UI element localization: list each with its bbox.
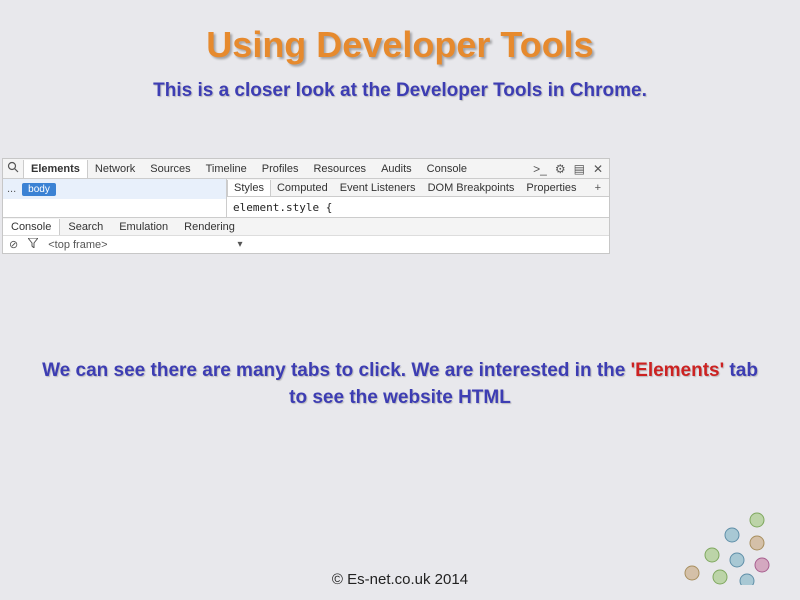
drawer-tab-rendering[interactable]: Rendering: [176, 219, 243, 235]
tab-timeline[interactable]: Timeline: [199, 160, 255, 178]
breadcrumb-body[interactable]: body: [22, 183, 56, 196]
styles-tab-eventlisteners[interactable]: Event Listeners: [334, 180, 422, 196]
tab-network[interactable]: Network: [88, 160, 143, 178]
filter-icon[interactable]: [28, 238, 38, 251]
clear-console-icon[interactable]: ⊘: [9, 238, 18, 251]
styles-tab-styles[interactable]: Styles: [227, 180, 271, 196]
console-filter-row: ⊘ <top frame> ▾: [3, 235, 609, 253]
body-text-highlight: 'Elements': [631, 360, 725, 381]
tab-elements[interactable]: Elements: [23, 160, 88, 178]
dock-icon[interactable]: ▤: [574, 162, 585, 176]
tab-console[interactable]: Console: [420, 160, 475, 178]
body-description: We can see there are many tabs to click.…: [0, 358, 800, 411]
tab-profiles[interactable]: Profiles: [255, 160, 307, 178]
drawer-tab-search[interactable]: Search: [60, 219, 111, 235]
devtools-main-tabs: Elements Network Sources Timeline Profil…: [23, 160, 533, 178]
tab-audits[interactable]: Audits: [374, 160, 420, 178]
drawer-tabs: Console Search Emulation Rendering: [3, 217, 609, 235]
chevron-down-icon[interactable]: ▾: [238, 239, 243, 250]
devtools-main-row: ... body Styles Computed Event Listeners…: [3, 179, 609, 199]
breadcrumb: ... body: [3, 179, 227, 199]
slide-subtitle: This is a closer look at the Developer T…: [0, 80, 800, 102]
search-icon[interactable]: [3, 161, 23, 176]
styles-tab-dombreakpoints[interactable]: DOM Breakpoints: [422, 180, 521, 196]
devtools-controls: >_ ⚙ ▤ ✕: [533, 162, 609, 176]
logo-graphic: [662, 505, 782, 590]
styles-tabs: Styles Computed Event Listeners DOM Brea…: [227, 179, 609, 197]
styles-tab-computed[interactable]: Computed: [271, 180, 334, 196]
devtools-panel: Elements Network Sources Timeline Profil…: [2, 158, 610, 254]
frame-selector[interactable]: <top frame>: [48, 239, 107, 251]
tab-resources[interactable]: Resources: [306, 160, 374, 178]
body-text-pre: We can see there are many tabs to click.…: [42, 360, 631, 381]
close-icon[interactable]: ✕: [593, 162, 603, 176]
tab-sources[interactable]: Sources: [143, 160, 198, 178]
add-style-icon[interactable]: +: [595, 182, 609, 194]
styles-tab-properties[interactable]: Properties: [520, 180, 582, 196]
drawer-tab-emulation[interactable]: Emulation: [111, 219, 176, 235]
dom-tree-area[interactable]: [3, 199, 227, 217]
drawer-icon[interactable]: >_: [533, 162, 547, 176]
gear-icon[interactable]: ⚙: [555, 162, 566, 176]
drawer-tab-console[interactable]: Console: [3, 219, 60, 235]
devtools-topbar: Elements Network Sources Timeline Profil…: [3, 159, 609, 179]
styles-pane: Styles Computed Event Listeners DOM Brea…: [227, 179, 609, 199]
breadcrumb-ellipsis[interactable]: ...: [7, 183, 16, 195]
element-style-text: element.style {: [227, 199, 609, 217]
slide-title: Using Developer Tools: [0, 0, 800, 66]
